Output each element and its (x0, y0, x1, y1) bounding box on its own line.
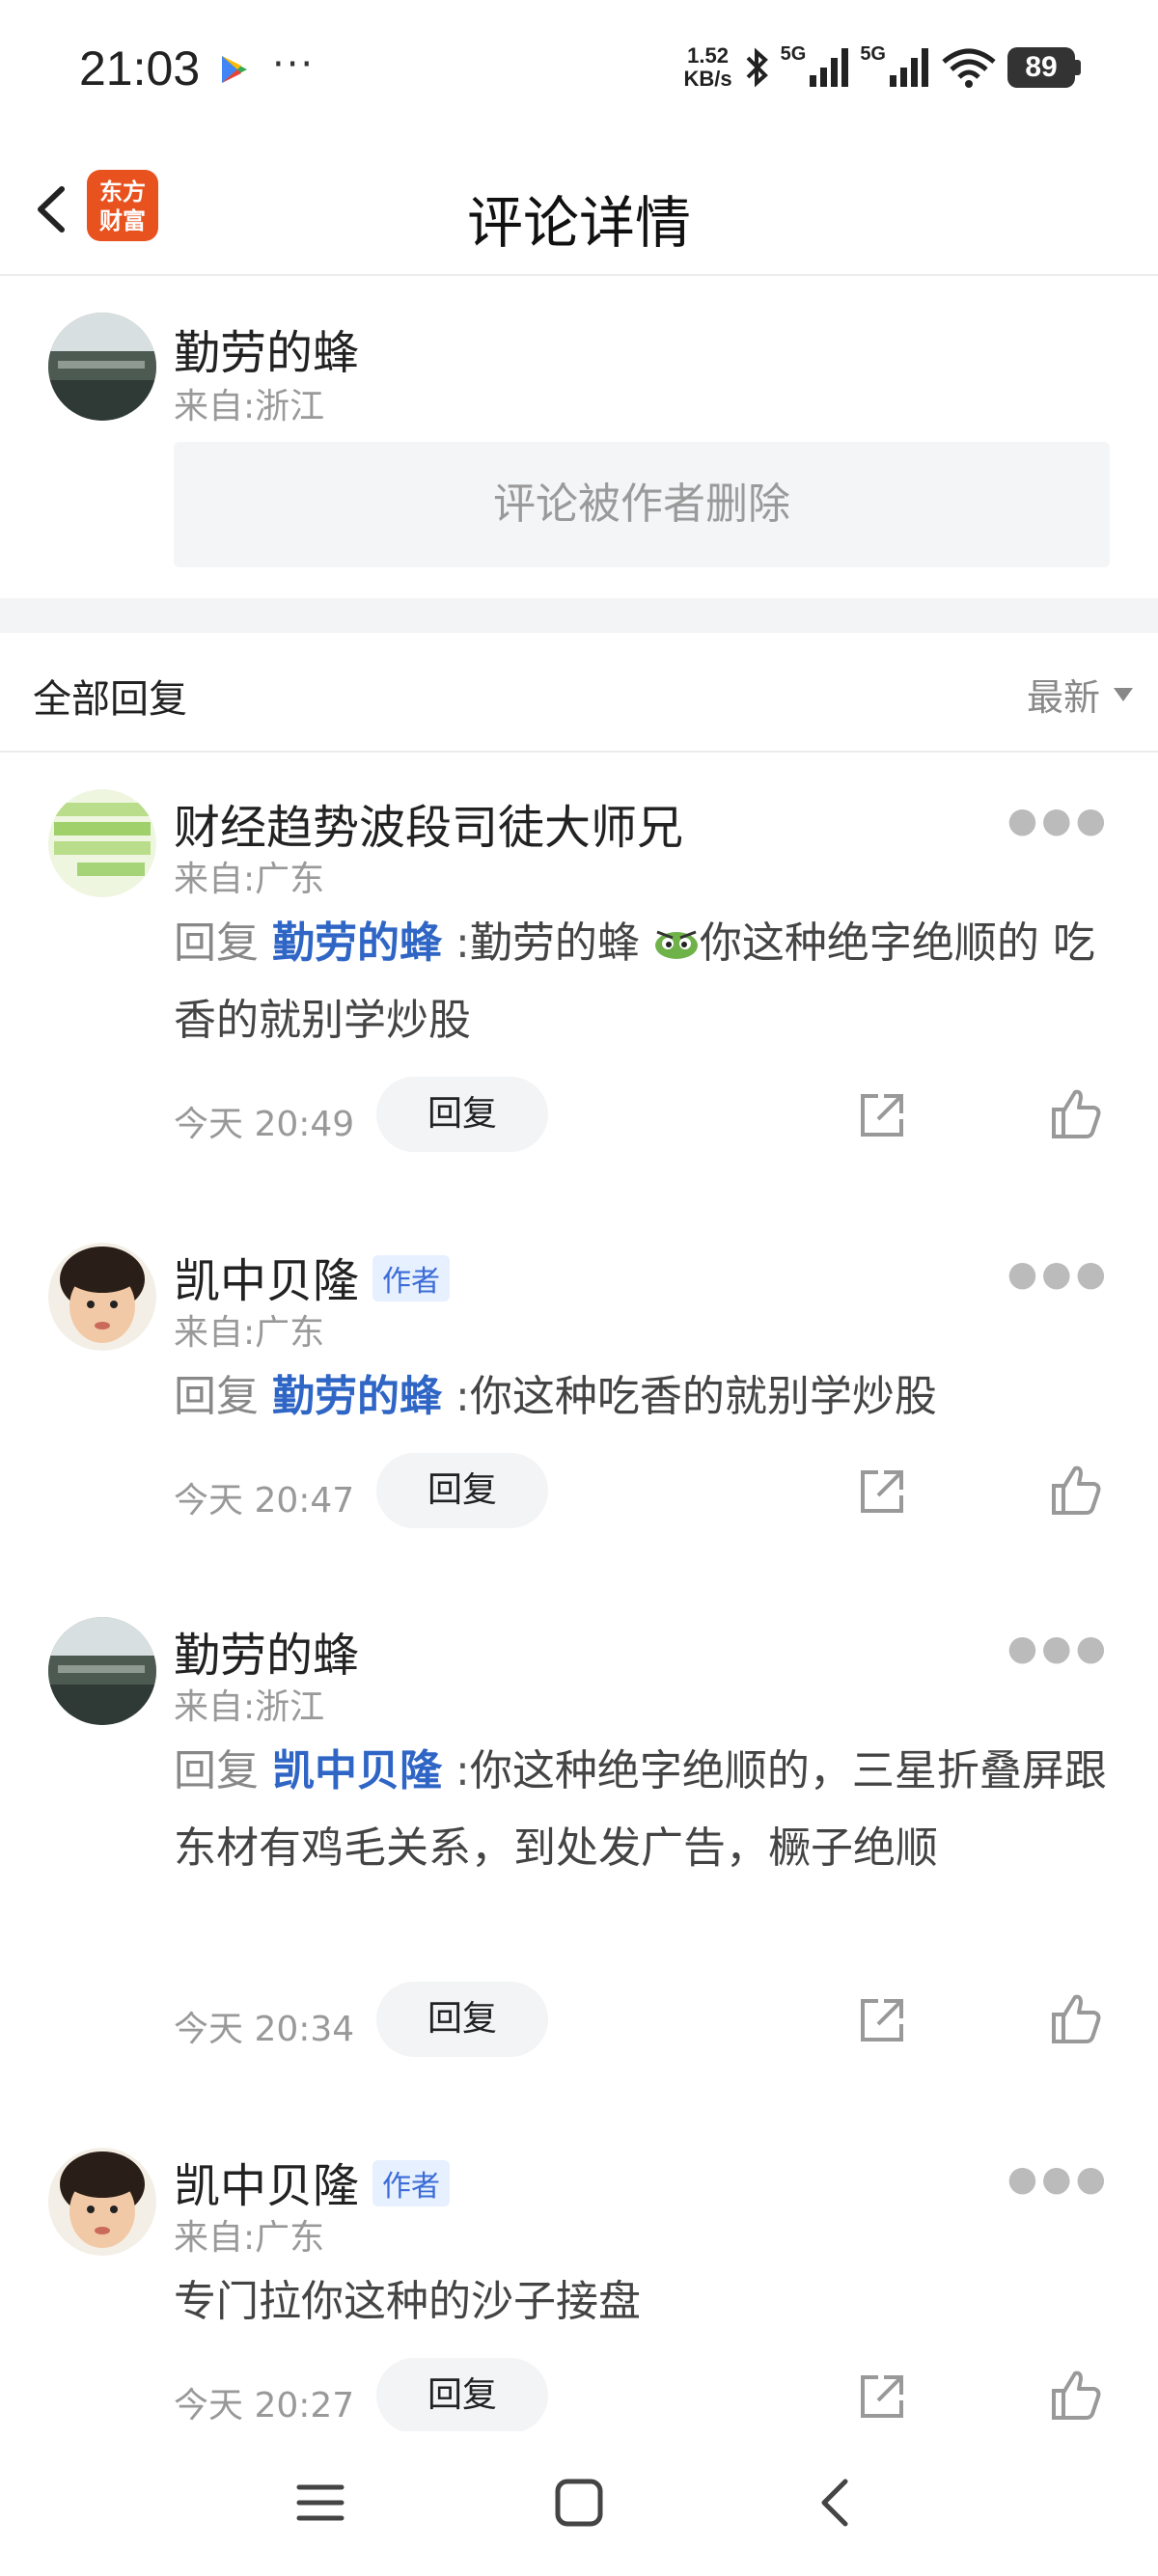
more-dots-icon[interactable]: ●●● (1007, 1254, 1110, 1294)
thumbs-up-icon[interactable] (1048, 1463, 1104, 1519)
sort-dropdown[interactable]: 最新 (1027, 668, 1133, 721)
reply-footer: 今天 20:27 回复 (174, 2358, 1139, 2435)
reply-item: 财经趋势波段司徒大师兄 ●●● 来自:广东 回复 勤劳的蜂 :勤劳的蜂 你这种绝… (0, 789, 1158, 1175)
battery-indicator: 89 (1007, 47, 1081, 88)
page-title: 评论详情 (466, 190, 691, 256)
reply-footer: 今天 20:34 回复 (174, 1982, 1139, 2059)
emoji-sticker-icon (654, 930, 698, 959)
reply-prefix: 回复 (174, 918, 259, 968)
reply-text-before-sticker: 勤劳的蜂 (469, 918, 640, 968)
reply-location: 来自:广东 (174, 860, 325, 899)
reply-location: 来自:广东 (174, 1313, 325, 1353)
main-comment: 勤劳的蜂 来自:浙江 评论被作者删除 (0, 278, 1158, 596)
share-icon[interactable] (855, 2370, 909, 2424)
reply-content: 回复 凯中贝隆 :你这种绝字绝顺的，三星折叠屏跟东材有鸡毛关系，到处发广告，橛子… (174, 1733, 1119, 1887)
avatar[interactable] (48, 789, 156, 897)
signal-icon-2 (890, 48, 928, 87)
reply-text: 你这种吃香的就别学炒股 (469, 1372, 937, 1421)
more-dots-icon[interactable]: ●●● (1007, 2159, 1110, 2199)
status-right-group: 1.52 KB/s 5G 5G 89 (684, 39, 1081, 96)
reply-time: 今天 20:34 (174, 2010, 355, 2049)
sort-label: 最新 (1026, 676, 1100, 719)
reply-username-text: 凯中贝隆 (174, 2159, 360, 2213)
bluetooth-icon (746, 47, 768, 88)
status-time: 21:03 (79, 41, 201, 96)
reply-button[interactable]: 回复 (376, 1982, 548, 2057)
thumbs-up-icon[interactable] (1048, 2368, 1104, 2424)
reply-username[interactable]: 勤劳的蜂 (174, 1617, 359, 1685)
reply-prefix: 回复 (174, 1746, 259, 1795)
share-icon[interactable] (855, 1993, 909, 2047)
reply-button[interactable]: 回复 (376, 2358, 548, 2433)
reply-time: 今天 20:47 (174, 1481, 355, 1521)
author-badge: 作者 (372, 1255, 451, 1302)
avatar[interactable] (48, 1243, 156, 1351)
replies-header: 全部回复 最新 (0, 633, 1158, 753)
network-type-2: 5G (860, 42, 886, 65)
network-speed: 1.52 KB/s (684, 44, 732, 91)
reply-item: 勤劳的蜂 ●●● 来自:浙江 回复 凯中贝隆 :你这种绝字绝顺的，三星折叠屏跟东… (0, 1617, 1158, 2080)
mention-link[interactable]: 勤劳的蜂 (272, 918, 442, 968)
reply-button[interactable]: 回复 (376, 1077, 548, 1152)
reply-colon: : (455, 1372, 470, 1421)
avatar[interactable] (48, 313, 156, 421)
reply-username-text: 凯中贝隆 (174, 1254, 360, 1308)
reply-content: 回复 勤劳的蜂 :勤劳的蜂 你这种绝字绝顺的 吃香的就别学炒股 (174, 905, 1119, 1059)
thumbs-up-icon[interactable] (1048, 1086, 1104, 1142)
speed-unit: KB/s (683, 67, 732, 91)
mention-link[interactable]: 凯中贝隆 (272, 1746, 442, 1795)
reply-username[interactable]: 凯中贝隆 作者 (174, 1243, 451, 1310)
section-divider (0, 598, 1158, 633)
battery-tip (1075, 60, 1081, 75)
back-triangle-icon[interactable] (811, 2476, 865, 2530)
avatar[interactable] (48, 2148, 156, 2256)
mention-link[interactable]: 勤劳的蜂 (272, 1372, 442, 1421)
system-nav-bar (0, 2431, 1158, 2576)
reply-button[interactable]: 回复 (376, 1453, 548, 1528)
avatar[interactable] (48, 1617, 156, 1725)
reply-item: 凯中贝隆 作者 ●●● 来自:广东 专门拉你这种的沙子接盘 今天 20:27 回复 (0, 2148, 1158, 2433)
reply-prefix: 回复 (174, 1372, 259, 1421)
reply-text: 专门拉你这种的沙子接盘 (174, 2277, 641, 2326)
caret-down-icon (1114, 687, 1133, 701)
reply-footer: 今天 20:47 回复 (174, 1453, 1139, 1530)
share-icon[interactable] (855, 1088, 909, 1142)
reply-time: 今天 20:49 (174, 1105, 355, 1144)
replies-title: 全部回复 (33, 677, 187, 722)
battery-level: 89 (1007, 47, 1075, 88)
reply-content: 专门拉你这种的沙子接盘 (174, 2263, 1119, 2341)
share-icon[interactable] (855, 1465, 909, 1519)
more-dots-icon[interactable]: ●●● (1007, 801, 1110, 840)
reply-time: 今天 20:27 (174, 2386, 355, 2425)
reply-location: 来自:广东 (174, 2218, 325, 2258)
reply-colon: : (455, 918, 470, 968)
deleted-comment-notice: 评论被作者删除 (174, 442, 1110, 567)
menu-icon[interactable] (295, 2478, 345, 2528)
reply-username[interactable]: 凯中贝隆 作者 (174, 2148, 451, 2215)
reply-location: 来自:浙江 (174, 1687, 325, 1727)
wifi-icon (942, 48, 996, 88)
author-badge: 作者 (372, 2160, 451, 2206)
home-square-icon[interactable] (552, 2476, 606, 2530)
reply-username[interactable]: 财经趋势波段司徒大师兄 (174, 789, 683, 857)
signal-icon (810, 48, 849, 87)
reply-item: 凯中贝隆 作者 ●●● 来自:广东 回复 勤劳的蜂 :你这种吃香的就别学炒股 今天… (0, 1243, 1158, 1551)
speed-value: 1.52 (687, 43, 729, 68)
status-bar: 21:03 ··· 1.52 KB/s 5G 5G 89 (0, 0, 1158, 145)
reply-footer: 今天 20:49 回复 (174, 1077, 1139, 1154)
comment-location: 来自:浙江 (174, 387, 325, 426)
network-type-1: 5G (780, 42, 807, 65)
app-header: 东方 财富 评论详情 (0, 145, 1158, 276)
more-dots-icon[interactable]: ●●● (1007, 1629, 1110, 1668)
notification-dots: ··· (272, 42, 316, 87)
comment-username[interactable]: 勤劳的蜂 (174, 315, 359, 382)
reply-colon: : (455, 1746, 470, 1795)
reply-content: 回复 勤劳的蜂 :你这种吃香的就别学炒股 (174, 1358, 1119, 1436)
play-store-icon (222, 56, 247, 83)
thumbs-up-icon[interactable] (1048, 1991, 1104, 2047)
